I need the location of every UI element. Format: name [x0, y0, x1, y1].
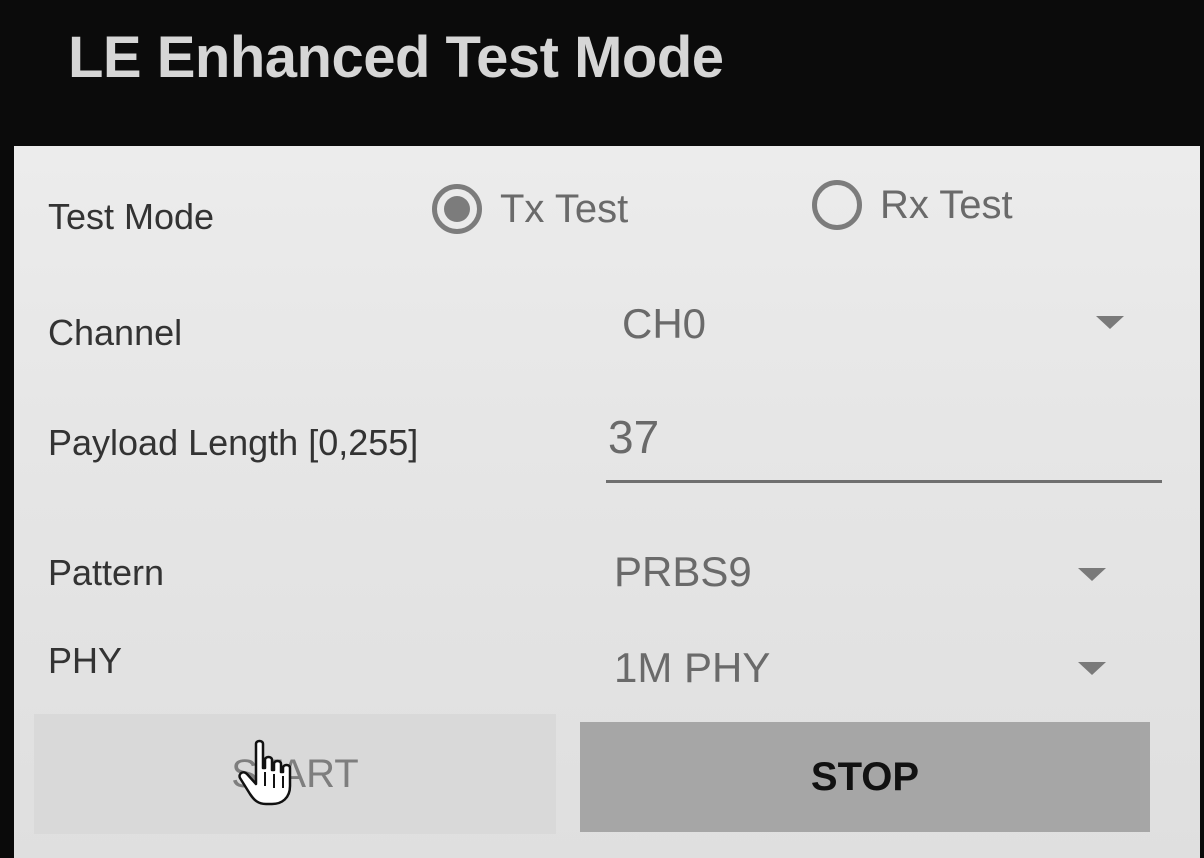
payload-length-value: 37: [608, 411, 660, 463]
dropdown-arrow-icon: [1078, 568, 1106, 581]
hand-pointer-icon: [238, 739, 292, 806]
payload-length-label: Payload Length [0,255]: [48, 422, 419, 463]
test-mode-form: Test Mode Tx Test Rx Test Channel CH0 Pa…: [14, 146, 1200, 858]
stop-button[interactable]: STOP: [580, 722, 1150, 832]
channel-dropdown[interactable]: CH0: [604, 292, 1124, 362]
tx-test-label: Tx Test: [500, 186, 629, 231]
pattern-value: PRBS9: [614, 548, 752, 595]
test-mode-label: Test Mode: [48, 196, 215, 237]
dropdown-arrow-icon: [1096, 316, 1124, 329]
channel-value: CH0: [622, 300, 707, 347]
rx-test-radio[interactable]: Rx Test: [812, 180, 1013, 230]
tx-test-radio[interactable]: Tx Test: [432, 184, 628, 234]
pattern-label: Pattern: [48, 552, 165, 593]
radio-checked-icon: [432, 184, 482, 234]
radio-unchecked-icon: [812, 180, 862, 230]
channel-label: Channel: [48, 312, 183, 353]
dropdown-arrow-icon: [1078, 662, 1106, 675]
app-title: LE Enhanced Test Mode: [68, 25, 724, 90]
payload-length-input[interactable]: 37: [606, 400, 1162, 483]
phy-label: PHY: [48, 640, 123, 681]
pattern-dropdown[interactable]: PRBS9: [604, 540, 1124, 610]
stop-button-label: STOP: [810, 754, 920, 799]
radio-dot: [444, 196, 470, 222]
phy-dropdown[interactable]: 1M PHY: [604, 636, 1124, 706]
phy-value: 1M PHY: [614, 644, 771, 691]
rx-test-label: Rx Test: [880, 182, 1013, 227]
app-bar: LE Enhanced Test Mode: [0, 0, 1204, 150]
